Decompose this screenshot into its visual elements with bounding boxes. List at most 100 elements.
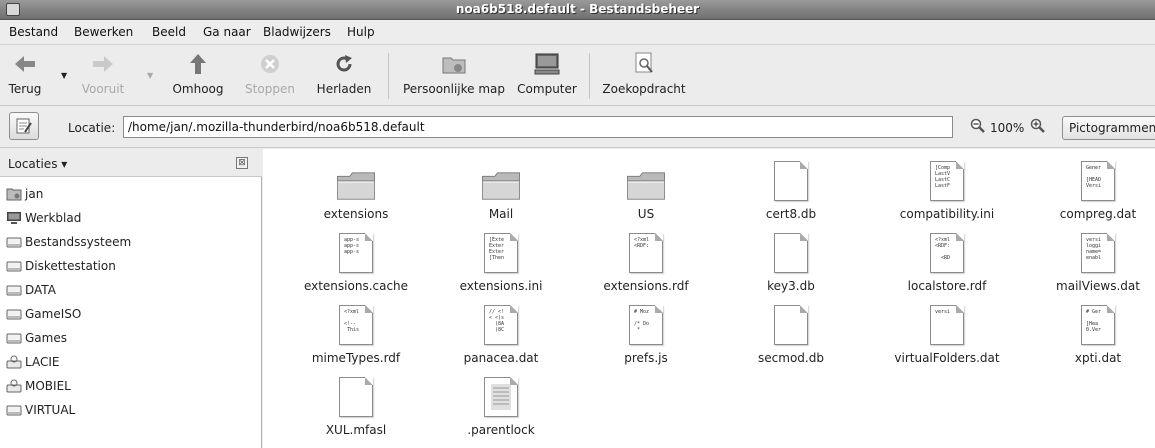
- menu-beeld[interactable]: Beeld: [152, 25, 186, 39]
- file-item[interactable]: Gener [HEAD Versi compreg.dat: [1023, 155, 1155, 227]
- folder-icon: [281, 157, 431, 201]
- sidebar-item-label: LACIE: [25, 355, 60, 369]
- zoom-in-icon[interactable]: [1030, 118, 1046, 137]
- file-item[interactable]: versi virtualFolders.dat: [872, 299, 1022, 371]
- title-bar: noa6b518.default - Bestandsbeheer: [0, 0, 1155, 20]
- file-name: secmod.db: [758, 351, 824, 365]
- sidebar-item-diskettestation[interactable]: Diskettestation: [6, 255, 116, 277]
- search-button[interactable]: Zoekopdracht: [600, 49, 688, 96]
- sidebar-item-lacie[interactable]: LACIE: [6, 351, 59, 373]
- folder-item[interactable]: Mail: [426, 155, 576, 227]
- file-item[interactable]: .parentlock: [426, 371, 576, 443]
- file-name: .parentlock: [467, 423, 535, 437]
- back-button[interactable]: Terug: [4, 49, 46, 96]
- text-file-icon: versi: [872, 301, 1022, 345]
- file-item[interactable]: [Exte Exter Exter [Then extensions.ini: [426, 227, 576, 299]
- sidebar-item-jan[interactable]: jan: [6, 183, 43, 205]
- sidebar-item-werkblad[interactable]: Werkblad: [6, 207, 81, 229]
- file-preview: # Ger [Hea 0.Ver: [1086, 309, 1102, 333]
- folder-icon: [571, 157, 721, 201]
- up-label: Omhoog: [172, 82, 224, 96]
- text-file-icon: [Exte Exter Exter [Then: [426, 229, 576, 273]
- computer-label: Computer: [517, 82, 577, 96]
- forward-history-dropdown[interactable]: ▼: [147, 71, 153, 80]
- folder-icon: [426, 157, 576, 201]
- places-sidebar: Locaties ▾ ⊠ jan Werkblad Bestandssysteem D…: [0, 149, 262, 448]
- file-name: virtualFolders.dat: [894, 351, 1000, 365]
- toggle-location-entry-button[interactable]: [9, 112, 39, 140]
- search-document-icon: [600, 49, 688, 79]
- menu-bestand[interactable]: Bestand: [9, 25, 58, 39]
- text-file-icon: [716, 229, 866, 273]
- search-label: Zoekopdracht: [602, 82, 686, 96]
- file-item[interactable]: key3.db: [716, 227, 866, 299]
- back-label: Terug: [8, 82, 42, 96]
- file-preview: versi: [935, 309, 951, 315]
- zoom-level[interactable]: 100%: [990, 121, 1024, 135]
- file-item[interactable]: app-s app-s app-s extensions.cache: [281, 227, 431, 299]
- sidebar-type-dropdown[interactable]: Locaties ▾: [8, 157, 67, 171]
- file-item[interactable]: XUL.mfasl: [281, 371, 431, 443]
- home-folder-button[interactable]: Persoonlijke map: [398, 49, 510, 96]
- file-preview: [Exte Exter Exter [Then: [489, 237, 505, 261]
- text-file-icon: app-s app-s app-s: [281, 229, 431, 273]
- drive-icon: [6, 331, 22, 345]
- sidebar-item-gameiso[interactable]: GameISO: [6, 303, 81, 325]
- file-item[interactable]: <?xml <RDF: extensions.rdf: [571, 227, 721, 299]
- menu-hulp[interactable]: Hulp: [347, 25, 375, 39]
- file-preview: <?xml <RDF: <RD: [935, 237, 951, 261]
- toolbar-separator: [388, 53, 389, 99]
- file-item[interactable]: // <! < <(s (8A (8C panacea.dat: [426, 299, 576, 371]
- back-history-dropdown[interactable]: ▼: [61, 71, 67, 80]
- up-arrow-icon: [170, 49, 226, 79]
- sidebar-item-mobiel[interactable]: MOBIEL: [6, 375, 71, 397]
- file-item[interactable]: # Moz /* Do * prefs.js: [571, 299, 721, 371]
- sidebar-header: Locaties ▾ ⊠: [0, 149, 262, 177]
- usb-drive-icon: [6, 355, 22, 369]
- window-title: noa6b518.default - Bestandsbeheer: [455, 2, 700, 16]
- sidebar-item-virtual[interactable]: VIRTUAL: [6, 399, 75, 421]
- file-item[interactable]: versi loggi name= enabl mailViews.dat: [1023, 227, 1155, 299]
- stop-button[interactable]: Stoppen: [242, 49, 298, 96]
- text-file-icon: <?xml <RDF: <RD: [872, 229, 1022, 273]
- text-file-icon: // <! < <(s (8A (8C: [426, 301, 576, 345]
- sidebar-item-label: MOBIEL: [25, 379, 71, 393]
- up-button[interactable]: Omhoog: [170, 49, 226, 96]
- file-item[interactable]: [Comp LastV LastC LastF compatibility.ini: [872, 155, 1022, 227]
- drive-icon: [6, 259, 22, 273]
- location-input[interactable]: [123, 116, 953, 138]
- file-item[interactable]: <?xml <RDF: <RD localstore.rdf: [872, 227, 1022, 299]
- menu-ga-naar[interactable]: Ga naar: [203, 25, 251, 39]
- file-item[interactable]: <?xml <!-- This mimeTypes.rdf: [281, 299, 431, 371]
- view-mode-select[interactable]: Pictogrammen: [1062, 116, 1155, 140]
- sidebar-item-label: GameISO: [25, 307, 82, 321]
- file-name: cert8.db: [765, 207, 817, 221]
- reload-button[interactable]: Herladen: [312, 49, 376, 96]
- home-icon: [6, 187, 22, 201]
- sidebar-item-data[interactable]: DATA: [6, 279, 56, 301]
- sidebar-item-bestandssysteem[interactable]: Bestandssysteem: [6, 231, 131, 253]
- file-item[interactable]: secmod.db: [716, 299, 866, 371]
- menu-bladwijzers[interactable]: Bladwijzers: [263, 25, 331, 39]
- folder-item[interactable]: US: [571, 155, 721, 227]
- toolbar-separator: [589, 53, 590, 99]
- computer-button[interactable]: Computer: [514, 49, 580, 96]
- forward-button[interactable]: Vooruit: [80, 49, 126, 96]
- text-file-icon: Gener [HEAD Versi: [1023, 157, 1155, 201]
- close-sidebar-icon[interactable]: ⊠: [236, 157, 248, 169]
- forward-arrow-icon: [80, 49, 126, 79]
- forward-label: Vooruit: [81, 82, 125, 96]
- sidebar-item-label: Games: [25, 331, 67, 345]
- folder-item[interactable]: extensions: [281, 155, 431, 227]
- reload-icon: [312, 49, 376, 79]
- file-item[interactable]: # Ger [Hea 0.Ver xpti.dat: [1023, 299, 1155, 371]
- file-item[interactable]: cert8.db: [716, 155, 866, 227]
- zoom-out-icon[interactable]: [970, 118, 986, 137]
- sidebar-item-games[interactable]: Games: [6, 327, 67, 349]
- file-preview: app-s app-s app-s: [344, 237, 360, 255]
- home-folder-icon: [398, 49, 510, 79]
- menu-bewerken[interactable]: Bewerken: [74, 25, 133, 39]
- lock-file-icon: [426, 373, 576, 417]
- stop-label: Stoppen: [245, 82, 295, 96]
- file-icon-view[interactable]: extensions Mail US cert8.db [Comp LastV Last…: [263, 149, 1155, 448]
